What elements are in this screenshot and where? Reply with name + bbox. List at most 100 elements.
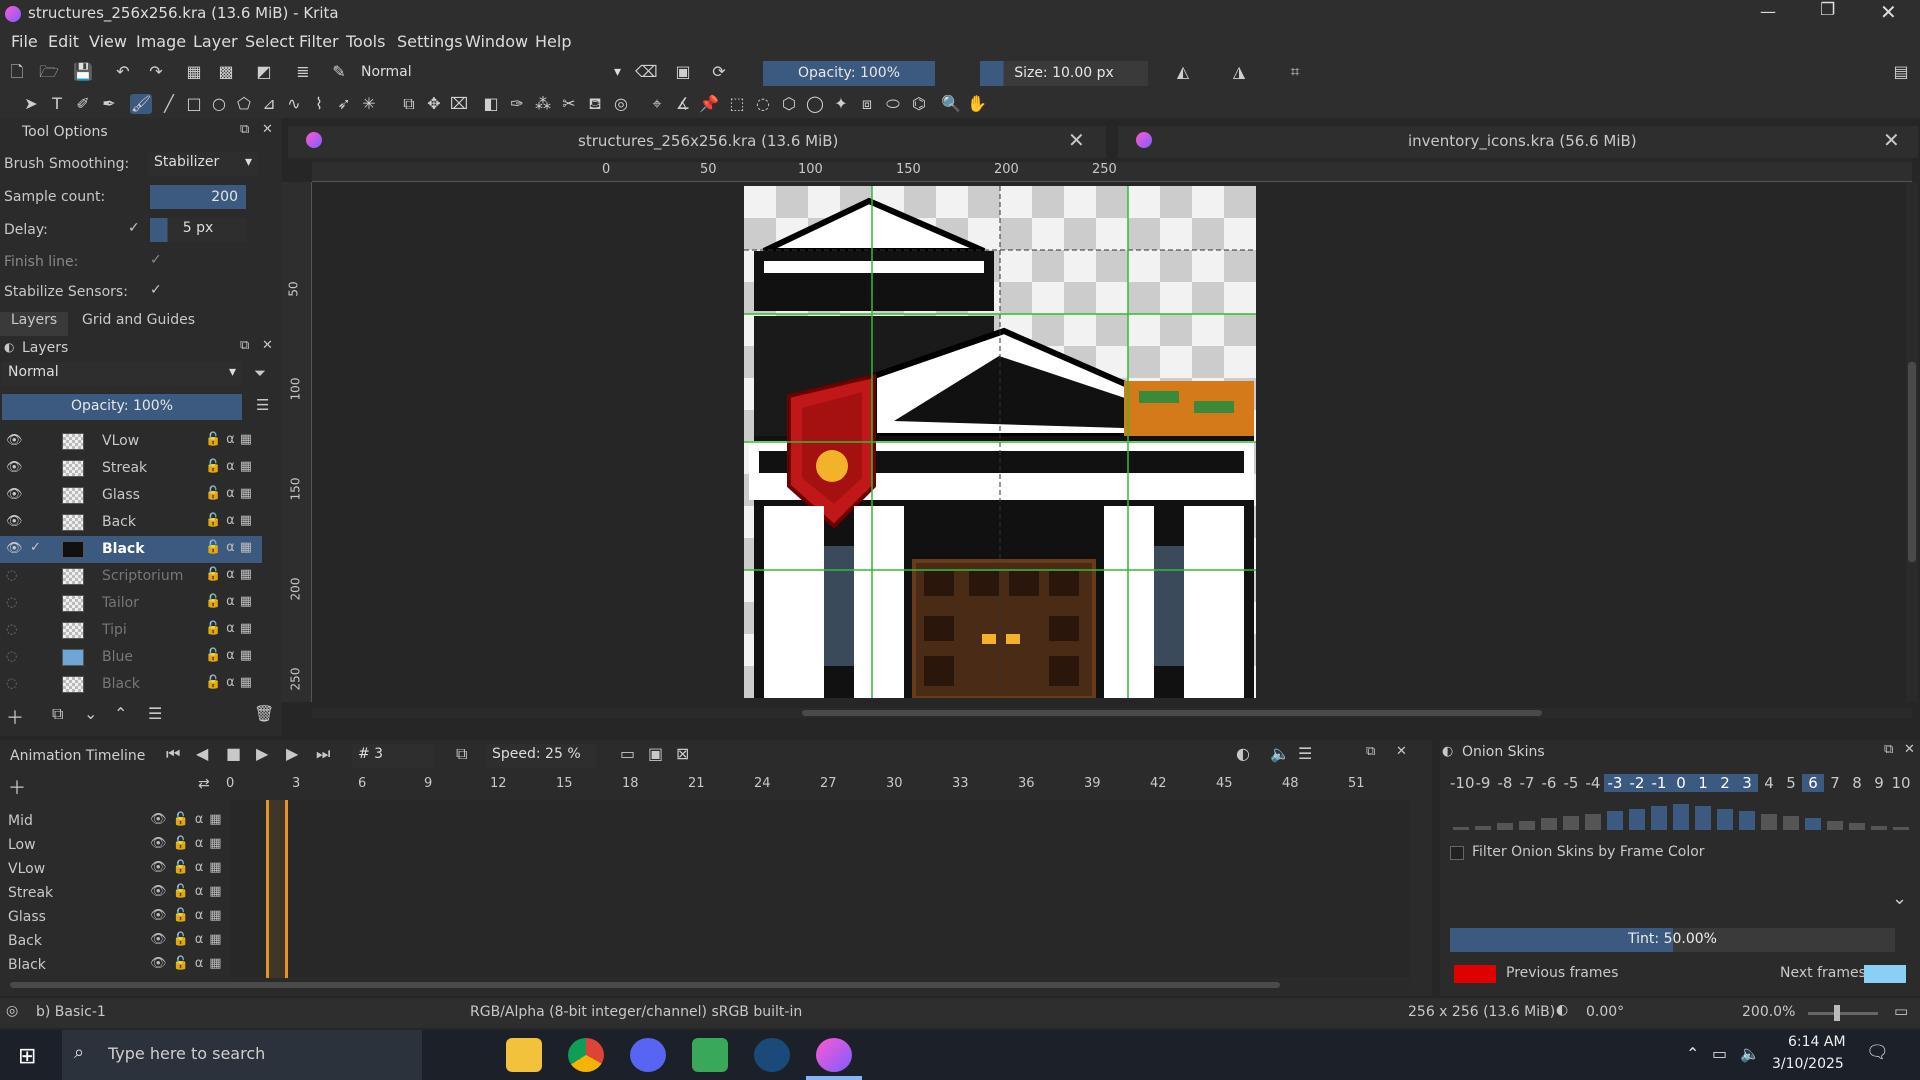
float-panel-icon[interactable]: ⧉	[1884, 742, 1893, 757]
onion-frame-number[interactable]: 3	[1736, 774, 1758, 792]
onion-frame-number[interactable]: 8	[1846, 774, 1868, 792]
discord-icon[interactable]	[630, 1038, 666, 1072]
onion-opacity-bar[interactable]	[1761, 813, 1777, 830]
onion-frame-number[interactable]: -3	[1604, 774, 1626, 792]
onion-frame-number[interactable]: -8	[1494, 774, 1516, 792]
layer-row[interactable]: ◌ Tipi 🔓α▦	[0, 617, 262, 644]
onion-opacity-bar[interactable]	[1849, 823, 1865, 830]
pattern-icon[interactable]: ▩	[215, 62, 237, 82]
onion-frame-number[interactable]: -9	[1472, 774, 1494, 792]
close-tab-icon[interactable]: ✕	[1883, 128, 1900, 152]
gradient-icon[interactable]: ▦	[183, 62, 205, 82]
polygon-tool-icon[interactable]: ⬠	[233, 94, 255, 114]
save-icon[interactable]: 💾	[72, 62, 94, 82]
play-icon[interactable]: ▶	[256, 744, 268, 763]
playback-speed-input[interactable]: Speed: 25 %	[486, 744, 596, 768]
close-window-button[interactable]: ✕	[1880, 0, 1897, 24]
spreadsheet-app-icon[interactable]	[692, 1038, 728, 1072]
onion-frame-number[interactable]: -4	[1582, 774, 1604, 792]
menu-tools[interactable]: Tools	[346, 32, 385, 51]
timeline-layer-row[interactable]: Mid 👁🔓α▦	[0, 810, 230, 834]
menu-help[interactable]: Help	[535, 32, 571, 51]
scroll-thumb[interactable]	[10, 982, 1280, 988]
close-tab-icon[interactable]: ✕	[1068, 128, 1085, 152]
onion-frame-number[interactable]: -5	[1560, 774, 1582, 792]
zoom-slider-handle[interactable]	[1834, 1005, 1840, 1021]
eye-hidden-icon[interactable]: ◌	[6, 568, 17, 583]
sample-count-slider[interactable]: 200	[150, 185, 246, 209]
minimize-button[interactable]: —	[1760, 2, 1776, 21]
pin-layer-icon[interactable]: ⇄	[198, 776, 210, 792]
freehand-brush-icon[interactable]: 🖌	[130, 94, 152, 114]
filter-icon[interactable]: ⏷	[254, 364, 266, 382]
layer-lock-icon[interactable]: 🔓α▦	[205, 459, 257, 474]
layer-lock-icon[interactable]: 🔓α▦	[205, 540, 257, 555]
rotation-icon[interactable]: ◐	[1556, 1002, 1568, 1018]
layer-visibility-icon[interactable]: 👁🔓α▦	[150, 908, 228, 923]
move-layer-down-icon[interactable]: ⌄	[84, 704, 97, 723]
brush-smoothing-select[interactable]: Stabilizer ▾	[148, 152, 258, 176]
mirror-horizontal-icon[interactable]: ◭	[1172, 62, 1194, 82]
onion-opacity-bar[interactable]	[1519, 820, 1535, 830]
network-icon[interactable]: ▭	[1712, 1044, 1727, 1063]
timeline-layer-row[interactable]: Low 👁🔓α▦	[0, 834, 230, 858]
layer-lock-icon[interactable]: 🔓α▦	[205, 567, 257, 582]
onion-frame-number[interactable]: -2	[1626, 774, 1648, 792]
timeline-scrollbar[interactable]	[10, 980, 1410, 990]
chevron-up-icon[interactable]: ⌃	[1686, 1044, 1699, 1063]
add-timeline-layer-icon[interactable]: ＋	[8, 774, 26, 800]
krita-taskbar-icon[interactable]	[816, 1038, 852, 1072]
zoom-in-icon[interactable]: ▣	[648, 744, 663, 763]
onion-opacity-bar[interactable]	[1739, 811, 1755, 830]
onion-frame-number[interactable]: -10	[1450, 774, 1475, 792]
float-panel-icon[interactable]: ⧉	[240, 338, 249, 353]
canvas-scrollbar-horizontal[interactable]	[312, 708, 1912, 718]
polygon-select-icon[interactable]: ⬡	[778, 94, 800, 114]
menu-settings[interactable]: Settings	[397, 32, 463, 51]
layer-properties-icon[interactable]: ☰	[148, 704, 162, 723]
onion-frame-number[interactable]: 1	[1692, 774, 1714, 792]
onion-opacity-bar[interactable]	[1673, 804, 1689, 830]
close-panel-icon[interactable]: ✕	[1396, 744, 1407, 759]
canvas[interactable]	[744, 186, 1256, 698]
float-panel-icon[interactable]: ⧉	[240, 122, 249, 137]
onion-opacity-bar[interactable]	[1541, 818, 1557, 830]
layer-row[interactable]: 👁 VLow 🔓α▦	[0, 428, 262, 455]
workspace-icon[interactable]: ▤	[1890, 62, 1912, 82]
layer-blend-mode-select[interactable]: Normal ▾	[2, 362, 242, 386]
onion-frame-number[interactable]: 4	[1758, 774, 1780, 792]
layer-lock-icon[interactable]: 🔓α▦	[205, 648, 257, 663]
onion-frame-number[interactable]: 7	[1824, 774, 1846, 792]
onion-frame-number[interactable]: -1	[1648, 774, 1670, 792]
drop-frames-icon[interactable]: ⧉	[456, 744, 467, 764]
layer-row-selected[interactable]: 👁 ✓ Black 🔓α▦	[0, 536, 262, 563]
line-tool-icon[interactable]: ╱	[158, 94, 180, 114]
onion-opacity-bar[interactable]	[1871, 825, 1887, 830]
onion-opacity-bar[interactable]	[1453, 827, 1469, 830]
onion-frame-number[interactable]: 2	[1714, 774, 1736, 792]
onion-opacity-bar[interactable]	[1717, 808, 1733, 830]
onion-frame-number[interactable]: -6	[1538, 774, 1560, 792]
layer-opacity-slider[interactable]: Opacity: 100%	[2, 394, 242, 420]
eye-icon[interactable]: 👁	[6, 433, 23, 448]
eye-hidden-icon[interactable]: ◌	[6, 622, 17, 637]
onion-opacity-bars[interactable]	[1450, 800, 1912, 830]
layer-lock-icon[interactable]: 🔓α▦	[205, 486, 257, 501]
last-frame-icon[interactable]: ⏭	[316, 744, 330, 764]
zoom-slider[interactable]	[1808, 1012, 1878, 1015]
onion-opacity-bar[interactable]	[1497, 823, 1513, 830]
bezier-select-icon[interactable]: ⬭	[882, 94, 904, 114]
reload-preset-icon[interactable]: ⟳	[708, 62, 730, 82]
finish-line-checkbox[interactable]: ✓	[150, 252, 162, 268]
move-layer-up-icon[interactable]: ⌃	[114, 704, 127, 723]
screen-mode-icon[interactable]: ▭	[1894, 1002, 1908, 1020]
zoom-out-icon[interactable]: ⊠	[676, 744, 689, 763]
filter-by-color-checkbox[interactable]	[1450, 846, 1464, 860]
audio-icon[interactable]: 🔈	[1270, 744, 1290, 763]
layer-lock-icon[interactable]: 🔓α▦	[205, 594, 257, 609]
layer-visibility-icon[interactable]: 👁🔓α▦	[150, 812, 228, 827]
clock-time[interactable]: 6:14 AM	[1788, 1034, 1846, 1050]
delay-input[interactable]: 5 px	[150, 218, 246, 242]
opacity-slider[interactable]: Opacity: 100%	[763, 61, 935, 86]
onion-opacity-bar[interactable]	[1695, 806, 1711, 830]
